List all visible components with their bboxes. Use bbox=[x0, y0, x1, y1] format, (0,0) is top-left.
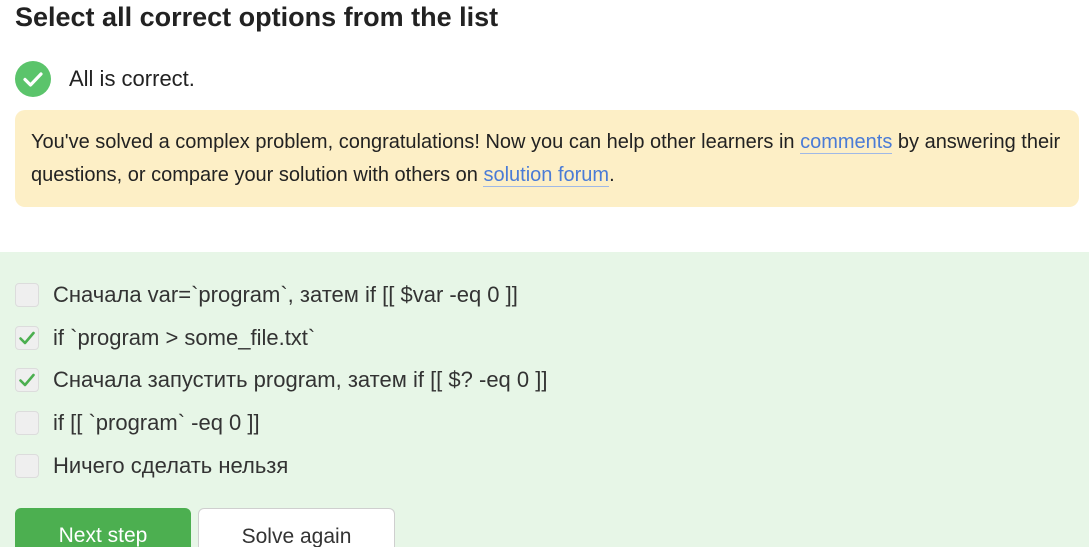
comments-link[interactable]: comments bbox=[800, 131, 893, 154]
option-checkbox[interactable] bbox=[15, 454, 39, 478]
option-label: if [[ `program` -eq 0 ]] bbox=[53, 410, 260, 435]
option-checkbox[interactable] bbox=[15, 326, 39, 350]
option-2[interactable]: if `program > some_file.txt` bbox=[15, 324, 315, 352]
check-circle-icon bbox=[15, 61, 51, 97]
next-step-button[interactable]: Next step bbox=[15, 508, 191, 547]
option-4[interactable]: if [[ `program` -eq 0 ]] bbox=[15, 409, 260, 437]
notice-text-start: You've solved a complex problem, congrat… bbox=[31, 131, 801, 153]
option-label: Ничего сделать нельзя bbox=[53, 453, 289, 478]
quiz-page: Select all correct options from the list… bbox=[0, 0, 1089, 547]
option-5[interactable]: Ничего сделать нельзя bbox=[15, 452, 288, 480]
option-label: Сначала var=`program`, затем if [[ $var … bbox=[53, 282, 518, 307]
result-text: All is correct. bbox=[69, 66, 195, 91]
option-label: Сначала запустить program, затем if [[ $… bbox=[53, 367, 548, 392]
option-checkbox[interactable] bbox=[15, 411, 39, 435]
checkmark-icon bbox=[19, 331, 35, 345]
option-3[interactable]: Сначала запустить program, затем if [[ $… bbox=[15, 366, 547, 394]
notice-text-end: . bbox=[609, 164, 615, 186]
quiz-title: Select all correct options from the list bbox=[15, 2, 499, 32]
option-checkbox[interactable] bbox=[15, 283, 39, 307]
option-label: if `program > some_file.txt` bbox=[53, 325, 316, 350]
congratulations-notice: You've solved a complex problem, congrat… bbox=[15, 110, 1079, 207]
solution-forum-link[interactable]: solution forum bbox=[483, 164, 610, 187]
option-checkbox[interactable] bbox=[15, 368, 39, 392]
solve-again-button[interactable]: Solve again bbox=[198, 508, 395, 547]
option-1[interactable]: Сначала var=`program`, затем if [[ $var … bbox=[15, 281, 518, 309]
checkmark-icon bbox=[19, 373, 35, 387]
result-status: All is correct. bbox=[15, 61, 195, 97]
